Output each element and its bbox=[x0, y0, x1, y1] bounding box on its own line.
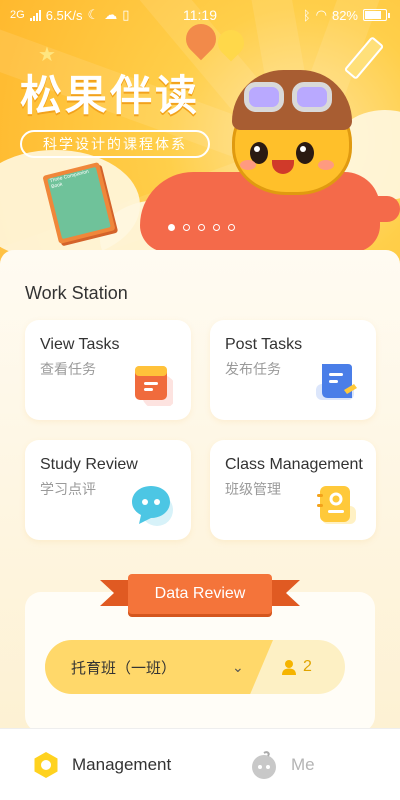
pagination-dot[interactable] bbox=[228, 224, 235, 231]
banner-carousel[interactable]: ★ 松果伴读 科学设计的课程体系 Three Companion Book bbox=[0, 0, 400, 270]
nav-label: Management bbox=[72, 754, 172, 774]
cloud-icon: ☁ bbox=[104, 7, 118, 22]
card-title: Class Management bbox=[225, 456, 363, 473]
pagination-dot[interactable] bbox=[198, 224, 205, 231]
task-folder-icon bbox=[135, 366, 173, 406]
pagination-dot[interactable] bbox=[168, 224, 175, 231]
network-type: 2G bbox=[10, 9, 25, 21]
network-speed: 6.5K/s bbox=[45, 7, 83, 23]
bottom-navigation: Management Me bbox=[0, 728, 400, 800]
carousel-pagination[interactable] bbox=[168, 224, 235, 231]
selected-class-name: 托育班（一班） bbox=[71, 658, 177, 677]
vibrate-icon: ▯ bbox=[122, 7, 130, 22]
nav-label: Me bbox=[291, 754, 315, 774]
card-title: Post Tasks bbox=[225, 336, 303, 353]
hexagon-icon bbox=[34, 751, 58, 778]
bluetooth-icon: ᛒ bbox=[302, 7, 311, 23]
card-title: View Tasks bbox=[40, 336, 120, 353]
student-count: 2 bbox=[281, 640, 312, 694]
card-title: Study Review bbox=[40, 456, 138, 473]
mascot-avatar-icon bbox=[252, 750, 276, 779]
class-notebook-icon bbox=[317, 486, 356, 524]
status-bar: 2G 6.5K/s ☾ ☁ ▯ 11:19 ᛒ ◠ 82% bbox=[0, 0, 400, 30]
banner-subtitle: 科学设计的课程体系 bbox=[20, 130, 210, 158]
post-document-icon bbox=[316, 364, 357, 400]
person-icon bbox=[282, 660, 296, 675]
wifi-icon: ◠ bbox=[315, 7, 327, 22]
chat-bubble-icon bbox=[132, 486, 173, 526]
signal-icon bbox=[29, 9, 41, 21]
battery-icon bbox=[363, 9, 390, 21]
banner-title: 松果伴读 bbox=[20, 71, 201, 120]
nav-item-me[interactable]: Me bbox=[183, 729, 400, 800]
study-review-card[interactable]: Study Review 学习点评 bbox=[25, 440, 191, 540]
class-selector[interactable]: 托育班（一班） ⌄ 2 bbox=[45, 640, 345, 694]
battery-percent: 82% bbox=[331, 7, 358, 23]
chevron-down-icon: ⌄ bbox=[232, 658, 244, 675]
pagination-dot[interactable] bbox=[183, 224, 190, 231]
post-tasks-card[interactable]: Post Tasks 发布任务 bbox=[210, 320, 376, 420]
moon-icon: ☾ bbox=[87, 7, 100, 22]
section-title-work-station: Work Station bbox=[25, 283, 128, 303]
class-management-card[interactable]: Class Management 班级管理 bbox=[210, 440, 376, 540]
student-count-value: 2 bbox=[303, 658, 312, 675]
pagination-dot[interactable] bbox=[213, 224, 220, 231]
data-review-title: Data Review bbox=[128, 574, 272, 614]
nav-item-management[interactable]: Management bbox=[0, 729, 183, 800]
view-tasks-card[interactable]: View Tasks 查看任务 bbox=[25, 320, 191, 420]
